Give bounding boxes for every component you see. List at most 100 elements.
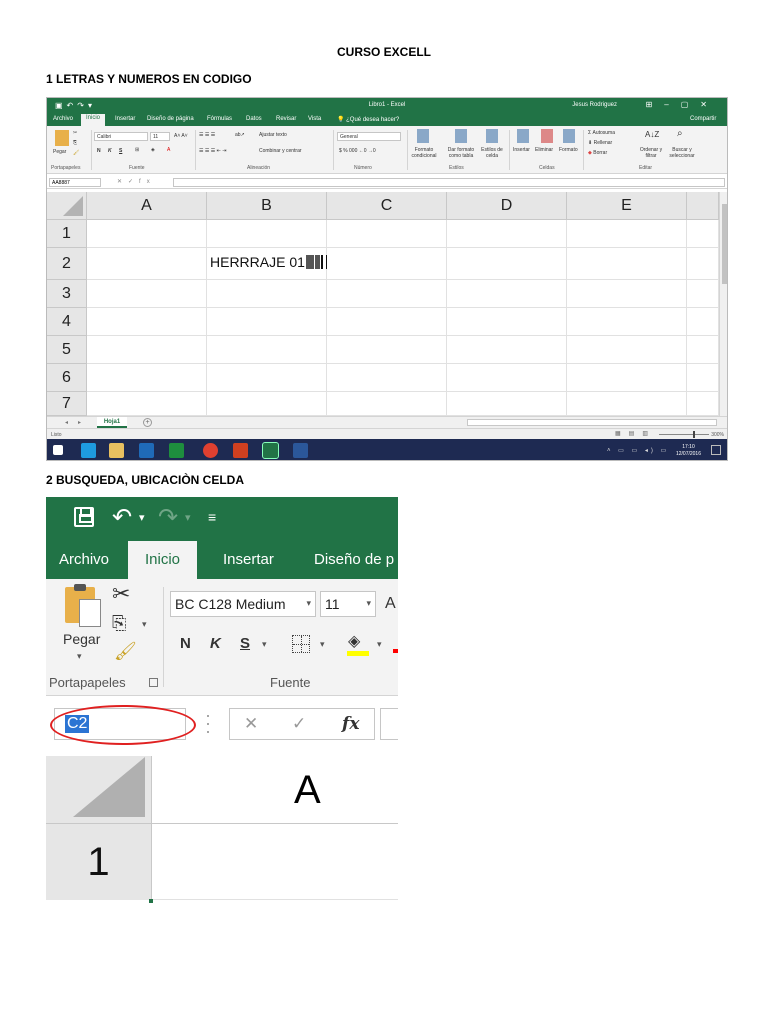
grid-cell[interactable] [447,280,567,308]
search-icon[interactable]: ⌕ [677,128,683,139]
undo-dropdown-icon[interactable]: ▾ [139,511,145,524]
formula-input-zoomed[interactable] [380,708,398,740]
grid-cell[interactable] [327,248,447,280]
undo-icon[interactable]: ↶ [112,503,132,532]
system-tray-icons[interactable]: ˄ ▭ ▭ ◂) ▭ [607,447,669,454]
column-header-d[interactable]: D [447,192,567,220]
paste-dropdown-icon[interactable]: ▾ [77,651,82,662]
table-format-button[interactable]: Dar formato como tabla [443,147,479,159]
grid-cell[interactable] [687,248,719,280]
align-horizontal-icons[interactable]: ☰ ☰ ☰ ⇤ ⇥ [199,148,226,154]
sort-filter-icon[interactable]: A↓Z [645,130,659,139]
column-header-a[interactable]: A [87,192,207,220]
cell-b2[interactable]: HERRRAJE 01 [210,254,328,272]
format-painter-icon[interactable]: 🖌 [114,641,137,662]
fill-button[interactable]: ⬇ Rellenar [588,140,612,146]
grow-font-button[interactable]: A [385,595,396,613]
grid-cell[interactable] [207,336,327,364]
save-icon[interactable] [74,507,94,527]
tab-inicio-zoomed[interactable]: Inicio [128,541,198,579]
windows-start-icon[interactable] [53,445,63,455]
zoom-slider[interactable] [659,431,709,438]
delete-cells-icon[interactable] [541,129,553,143]
orientation-icon[interactable]: ab↗ [235,132,245,138]
formula-bar-grip[interactable]: · · · [205,706,211,740]
redo-icon[interactable]: ↷ [158,503,178,532]
column-header-b[interactable]: B [207,192,327,220]
grid-cell[interactable] [447,336,567,364]
bold-button[interactable]: N [180,635,191,652]
clear-button[interactable]: ◆ Borrar [588,150,607,156]
borders-dropdown-icon[interactable]: ▾ [320,639,325,650]
zoom-level[interactable]: 300% [711,432,724,438]
column-header-a-zoomed[interactable]: A [152,756,398,824]
word-icon[interactable] [293,443,308,458]
clipboard-launcher-icon[interactable] [149,678,158,687]
store-icon[interactable] [169,443,184,458]
grid-cell[interactable] [567,248,687,280]
number-format-icons[interactable]: $ % 000 ←0 →0 [339,148,376,154]
ie-icon[interactable] [81,443,96,458]
formula-input[interactable] [173,178,725,187]
conditional-format-button[interactable]: Formato condicional [409,147,439,159]
grid-cell[interactable] [327,364,447,392]
tab-diseno[interactable]: Diseño de página [147,116,194,122]
tab-archivo-zoomed[interactable]: Archivo [59,551,109,568]
file-explorer-icon[interactable] [109,443,124,458]
confirm-entry-icon[interactable]: ✓ [292,714,306,734]
tell-me-search[interactable]: 💡 ¿Qué desea hacer? [337,116,399,123]
grow-shrink-font-icon[interactable]: A˄ A˅ [174,133,188,139]
wrap-text-button[interactable]: Ajustar texto [259,132,287,138]
underline-button[interactable]: S [119,148,122,154]
tab-diseno-zoomed[interactable]: Diseño de p [314,551,394,568]
grid-cell[interactable] [327,336,447,364]
underline-dropdown-icon[interactable]: ▾ [262,639,267,650]
row-header-1-zoomed[interactable]: 1 [46,824,152,900]
insert-function-icon[interactable]: fx [342,714,359,734]
share-button[interactable]: Compartir [690,116,716,122]
outlook-icon[interactable] [139,443,154,458]
font-name-dropdown-icon[interactable]: ▾ [306,598,311,609]
autosum-button[interactable]: Σ Autosuma [588,130,615,136]
grid-cell[interactable] [207,220,327,248]
bold-button[interactable]: N [97,148,101,154]
tab-insertar[interactable]: Insertar [115,116,135,122]
grid-cell[interactable] [207,308,327,336]
fill-color-icon[interactable]: ◈ [151,147,155,153]
underline-button[interactable]: S [240,635,250,652]
font-name-box[interactable]: BC C128 Medium ▾ [170,591,316,617]
borders-icon[interactable] [292,635,310,653]
grid-cell[interactable] [447,392,567,416]
grid-cell[interactable] [207,364,327,392]
grid-cell[interactable] [567,364,687,392]
paste-button[interactable]: Pegar [63,631,100,647]
cell-styles-icon[interactable] [486,129,498,143]
row-header-4[interactable]: 4 [47,308,87,336]
grid-cell[interactable] [687,280,719,308]
tab-insertar-zoomed[interactable]: Insertar [223,551,274,568]
grid-cell[interactable] [567,392,687,416]
tab-revisar[interactable]: Revisar [276,116,296,122]
grid-cell[interactable] [87,308,207,336]
copy-icon[interactable]: ⎘ [112,613,126,634]
format-cells-button[interactable]: Formato [559,147,578,153]
font-name-box[interactable]: Calibri [94,132,148,141]
copy-icon[interactable]: ⎘ [73,140,77,146]
font-size-box[interactable]: 11 [150,132,170,141]
tab-inicio[interactable]: Inicio [81,114,106,126]
row-header-3[interactable]: 3 [47,280,87,308]
grid-cell[interactable] [567,280,687,308]
format-painter-icon[interactable]: 🖌 [73,150,79,156]
grid-cell[interactable] [87,280,207,308]
align-top-icons[interactable]: ☰ ☰ ☰ [199,132,215,138]
zoom-slider-handle[interactable] [693,431,695,438]
select-all-corner[interactable] [47,192,87,220]
sort-filter-button[interactable]: Ordenar y filtrar [637,147,665,159]
vertical-scrollbar[interactable] [719,192,727,416]
tab-formulas[interactable]: Fórmulas [207,116,232,122]
chrome-icon[interactable] [203,443,218,458]
excel-taskbar-icon[interactable] [262,442,279,459]
formula-bar-icons[interactable]: ✕✓fx [117,178,156,185]
tab-datos[interactable]: Datos [246,116,262,122]
fill-color-icon[interactable]: ◈ [348,631,360,651]
